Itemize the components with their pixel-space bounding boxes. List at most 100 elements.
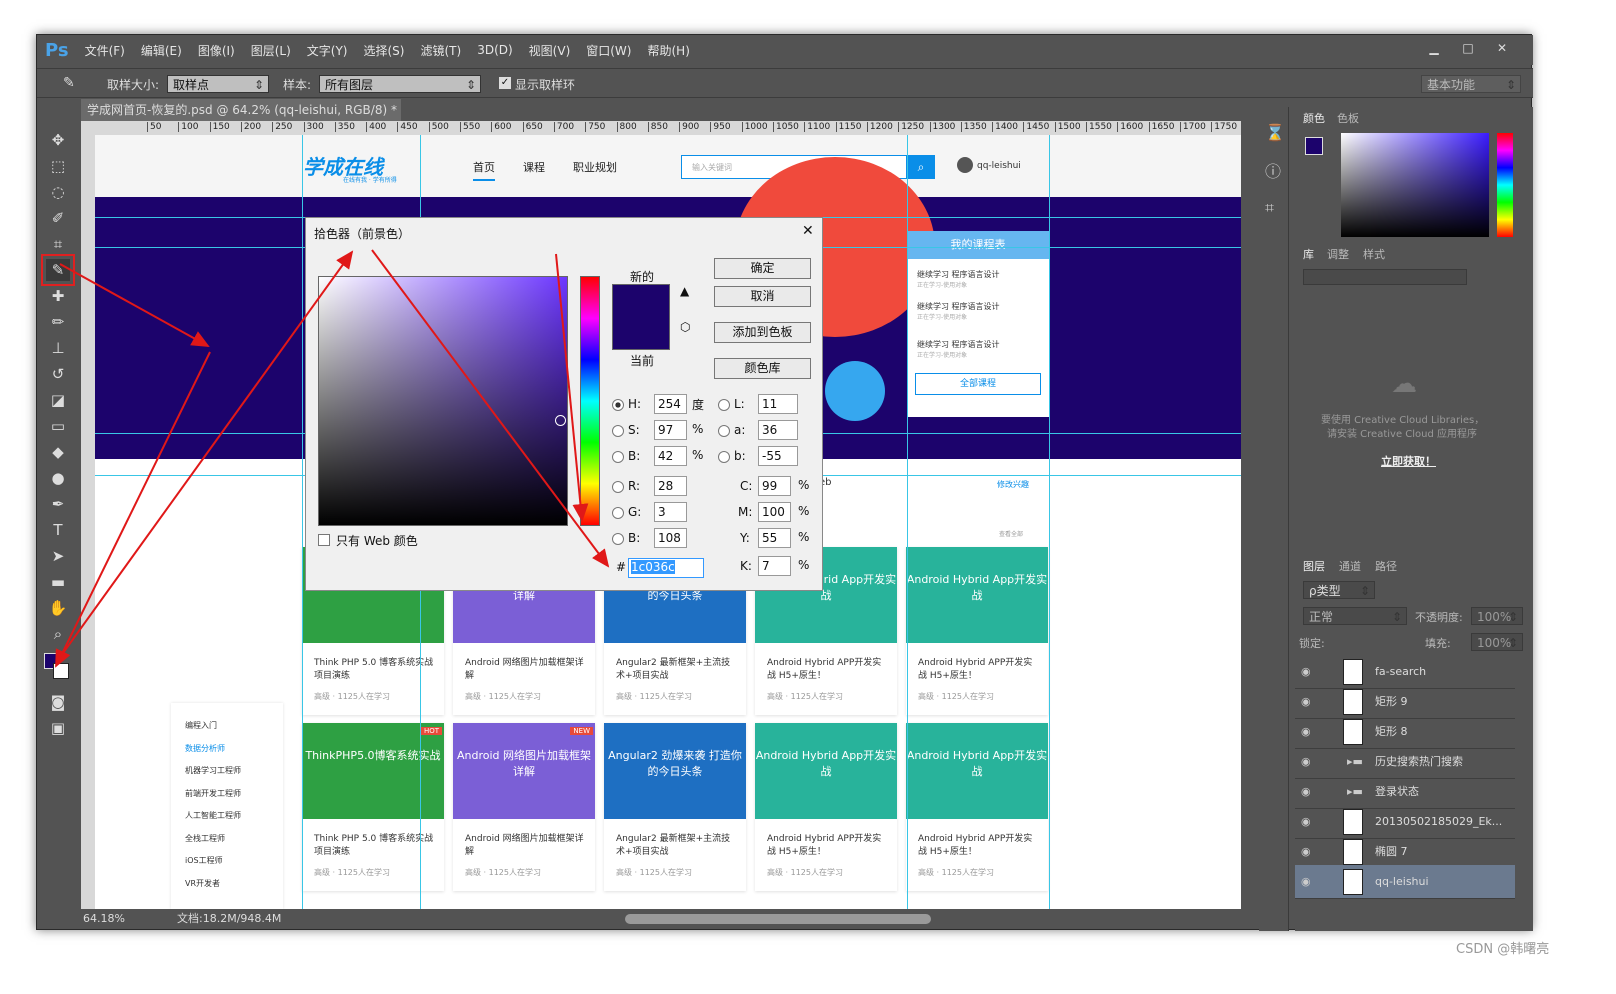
eye-icon[interactable]: ◉ — [1301, 805, 1311, 839]
layer-kind-filter[interactable]: ρ类型 — [1303, 581, 1375, 600]
a-field[interactable]: 36 — [758, 420, 798, 440]
category-item[interactable]: 前端开发工程师 — [185, 783, 283, 806]
picker-close-icon[interactable]: ✕ — [802, 223, 814, 239]
s-radio[interactable] — [612, 424, 624, 437]
r-field[interactable]: 28 — [654, 476, 687, 496]
menu-select[interactable]: 选择(S) — [364, 42, 405, 59]
maximize-button[interactable]: □ — [1455, 39, 1481, 57]
menu-window[interactable]: 窗口(W) — [586, 42, 631, 59]
info-panel-icon[interactable]: ⓘ — [1265, 158, 1282, 182]
layer-row[interactable]: ◉ ▸▬ 历史搜索热门搜索 — [1295, 745, 1515, 779]
color-field[interactable] — [1341, 133, 1489, 237]
sample-size-select[interactable]: 取样点 — [167, 75, 269, 94]
l-radio[interactable] — [718, 398, 730, 411]
tab-styles[interactable]: 样式 — [1363, 247, 1385, 263]
s-field[interactable]: 97 — [654, 420, 687, 440]
r-radio[interactable] — [612, 480, 624, 493]
type-tool-icon[interactable]: T — [46, 519, 70, 541]
hue-slider[interactable] — [580, 276, 600, 526]
l-field[interactable]: 11 — [758, 394, 798, 414]
g-field[interactable]: 3 — [654, 502, 687, 522]
blend-mode-select[interactable]: 正常 — [1303, 607, 1407, 626]
path-select-icon[interactable]: ➤ — [46, 545, 70, 567]
hex-field[interactable]: 1c036c — [628, 558, 704, 578]
m-field[interactable]: 100 — [758, 502, 791, 522]
category-item[interactable]: iOS工程师 — [185, 850, 283, 873]
shape-tool-icon[interactable]: ▬ — [46, 571, 70, 593]
eyedropper-icon[interactable]: ✎ — [63, 75, 75, 91]
lab-b-field[interactable]: -55 — [758, 446, 798, 466]
hand-tool-icon[interactable]: ✋ — [46, 597, 70, 619]
eye-icon[interactable]: ◉ — [1301, 835, 1311, 869]
category-item[interactable]: 数据分析师 — [185, 738, 283, 761]
blue-field[interactable]: 108 — [654, 528, 687, 548]
workspace-select[interactable]: 基本功能 — [1421, 75, 1521, 94]
course-item[interactable]: 继续学习 程序语言设计 正在学习-使用对象 — [907, 259, 1049, 299]
menu-3d[interactable]: 3D(D) — [477, 43, 512, 57]
minimize-button[interactable]: ▁ — [1421, 39, 1447, 57]
course-item[interactable]: 继续学习 程序语言设计 正在学习-使用对象 — [907, 299, 1049, 339]
tab-color[interactable]: 颜色 — [1303, 111, 1325, 127]
layer-row[interactable]: ◉ 矩形 9 — [1295, 685, 1515, 719]
layer-row[interactable]: ◉ qq-leishui — [1295, 865, 1515, 899]
h-radio[interactable] — [612, 398, 624, 411]
history-brush-icon[interactable]: ↺ — [46, 363, 70, 385]
menu-view[interactable]: 视图(V) — [529, 42, 571, 59]
dodge-tool-icon[interactable]: ● — [46, 467, 70, 489]
eye-icon[interactable]: ◉ — [1301, 865, 1311, 899]
course-card[interactable]: Android Hybrid App开发实战 Android Hybrid APP… — [906, 547, 1048, 715]
saturation-brightness-field[interactable] — [318, 276, 568, 526]
site-search-icon[interactable]: ⌕ — [907, 155, 935, 179]
healing-tool-icon[interactable]: ✚ — [46, 285, 70, 307]
nav-courses[interactable]: 课程 — [523, 159, 545, 175]
g-radio[interactable] — [612, 506, 624, 519]
document-size[interactable]: 文档:18.2M/948.4M — [177, 909, 281, 929]
fill-field[interactable]: 100% — [1471, 633, 1523, 652]
opacity-field[interactable]: 100% — [1471, 607, 1523, 626]
category-item[interactable]: 机器学习工程师 — [185, 760, 283, 783]
category-item[interactable]: VR开发者 — [185, 873, 283, 896]
b-radio[interactable] — [612, 450, 624, 463]
menu-edit[interactable]: 编辑(E) — [141, 42, 182, 59]
tab-layers[interactable]: 图层 — [1303, 559, 1325, 575]
lasso-tool-icon[interactable]: ◌ — [46, 181, 70, 203]
eye-icon[interactable]: ◉ — [1301, 775, 1311, 809]
tab-paths[interactable]: 路径 — [1375, 559, 1397, 575]
eraser-tool-icon[interactable]: ◪ — [46, 389, 70, 411]
brush-tool-icon[interactable]: ✏ — [46, 311, 70, 333]
move-tool-icon[interactable]: ✥ — [46, 129, 70, 151]
blue-radio[interactable] — [612, 532, 624, 545]
course-item[interactable]: 继续学习 程序语言设计 正在学习-使用对象 — [907, 339, 1049, 373]
course-card[interactable]: Android Hybrid App开发实战 Android Hybrid APP… — [755, 723, 897, 891]
category-item[interactable]: 人工智能工程师 — [185, 805, 283, 828]
nav-home[interactable]: 首页 — [473, 159, 495, 181]
color-hue-bar[interactable] — [1497, 133, 1513, 237]
c-field[interactable]: 99 — [758, 476, 791, 496]
gamut-warning-icon[interactable]: ▲ — [680, 284, 689, 298]
menu-image[interactable]: 图像(I) — [198, 42, 235, 59]
zoom-level[interactable]: 64.18% — [83, 909, 125, 929]
layer-row[interactable]: ◉ 20130502185029_Ek... — [1295, 805, 1515, 839]
tab-swatches[interactable]: 色板 — [1337, 111, 1359, 127]
eye-icon[interactable]: ◉ — [1301, 685, 1311, 719]
quick-mask-icon[interactable]: ◙ — [46, 691, 70, 713]
k-field[interactable]: 7 — [758, 556, 791, 576]
category-item[interactable]: 全栈工程师 — [185, 828, 283, 851]
tab-libraries[interactable]: 库 — [1303, 247, 1314, 263]
all-courses-button[interactable]: 全部课程 — [915, 373, 1041, 395]
see-all-link[interactable]: 查看全部 — [999, 529, 1023, 538]
panel-fg-swatch[interactable] — [1305, 137, 1323, 155]
horizontal-scrollbar[interactable] — [625, 914, 931, 924]
close-window-button[interactable]: ✕ — [1489, 39, 1515, 57]
layer-row[interactable]: ◉ fa-search — [1295, 655, 1515, 689]
tab-adjustments[interactable]: 调整 — [1327, 247, 1349, 263]
tab-channels[interactable]: 通道 — [1339, 559, 1361, 575]
cancel-button[interactable]: 取消 — [714, 286, 811, 307]
color-cursor[interactable] — [555, 415, 566, 426]
edit-interest-link[interactable]: 修改兴趣 — [997, 479, 1029, 490]
eyedropper-tool-icon[interactable]: ✎ — [41, 254, 75, 286]
web-safe-cube-icon[interactable]: ⬡ — [680, 320, 690, 334]
crop-tool-icon[interactable]: ⌗ — [46, 233, 70, 255]
ok-button[interactable]: 确定 — [714, 258, 811, 279]
gradient-tool-icon[interactable]: ▭ — [46, 415, 70, 437]
